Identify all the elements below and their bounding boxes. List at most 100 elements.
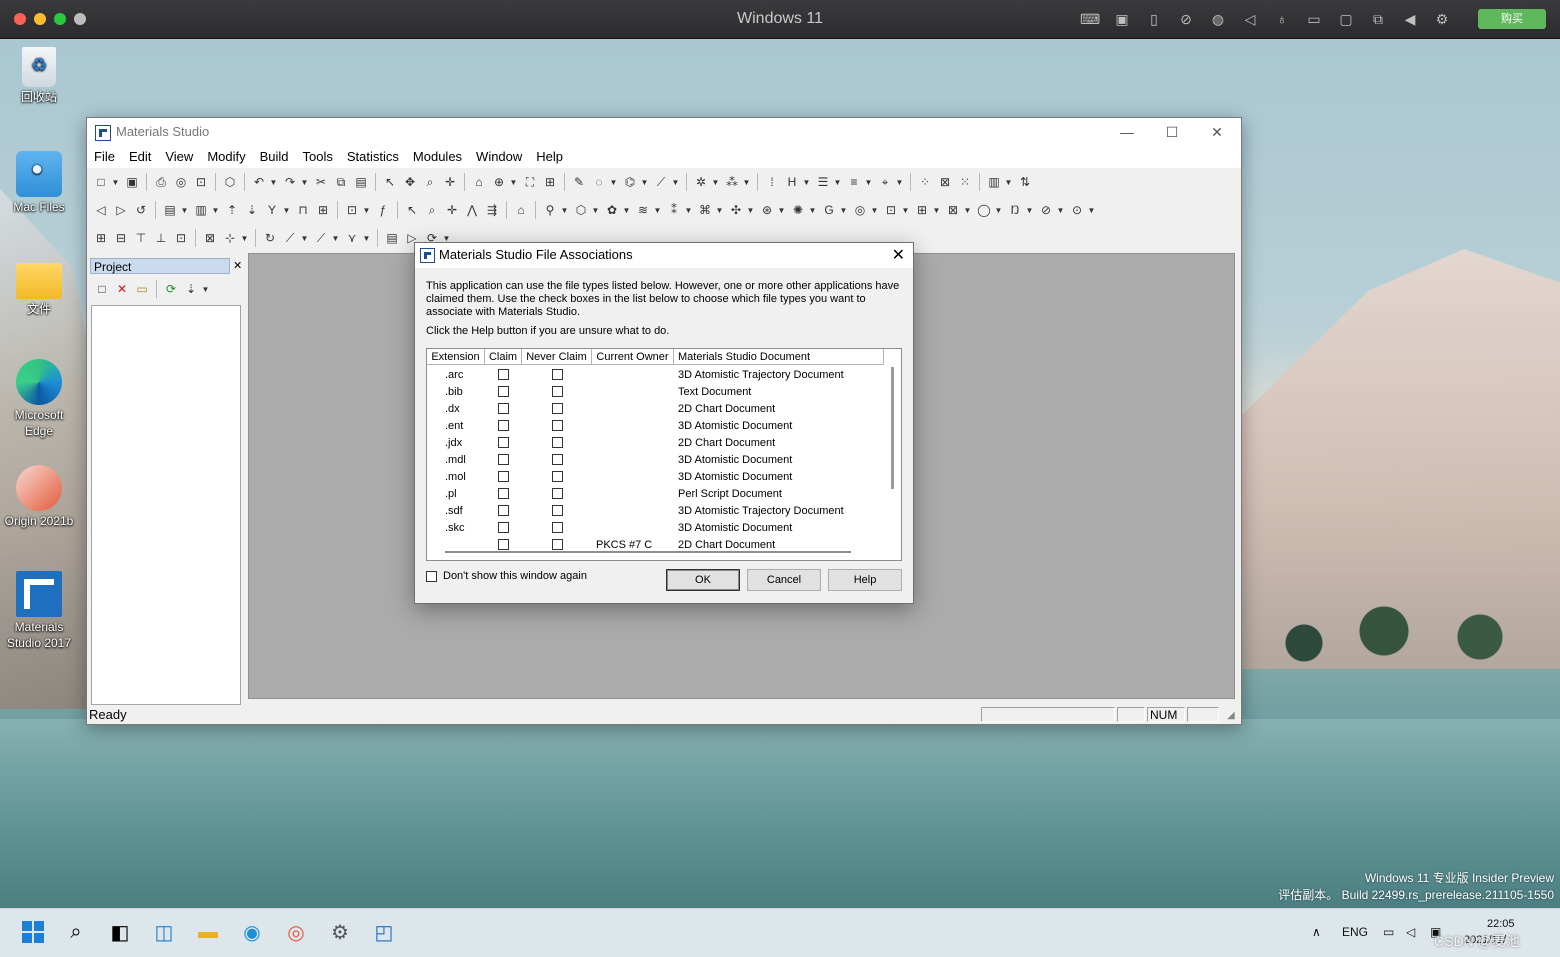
reset-view-icon[interactable]: ⌂ [471,174,487,190]
column-header-claim[interactable]: Claim [485,349,522,365]
dropdown-arrow-icon[interactable]: ▼ [240,234,249,243]
dropdown-arrow-icon[interactable]: ▼ [1056,206,1065,215]
module-blends-icon[interactable]: ⁑ [666,202,682,218]
dropdown-arrow-icon[interactable]: ▼ [963,206,972,215]
edge-taskbar-icon[interactable]: ◉ [239,919,265,945]
crystal-icon[interactable]: ⁘ [917,174,933,190]
function-icon[interactable]: ƒ [375,202,391,218]
undo-icon[interactable]: ↶ [251,174,267,190]
table-row[interactable]: .bib Text Document [427,383,884,400]
import-icon[interactable]: ⬡ [222,174,238,190]
dropdown-arrow-icon[interactable]: ▼ [671,178,680,187]
dropdown-arrow-icon[interactable]: ▼ [746,206,755,215]
volume-tray-icon[interactable]: ◁ [1406,925,1415,939]
cut-icon[interactable]: ✂ [313,174,329,190]
close-button[interactable]: ✕ [1201,122,1233,142]
start-icon[interactable] [20,919,46,945]
table-row[interactable]: .jdx 2D Chart Document [427,434,884,451]
dialog-close-button[interactable]: ✕ [892,245,905,265]
bonds-icon[interactable]: ⁂ [724,174,740,190]
column-header-ms-document[interactable]: Materials Studio Document [674,349,884,365]
clean-icon[interactable]: ✲ [693,174,709,190]
dropdown-arrow-icon[interactable]: ▼ [1025,206,1034,215]
table-row[interactable]: .mol 3D Atomistic Document [427,468,884,485]
chart-move-icon[interactable]: ✛ [444,202,460,218]
chart-icon[interactable]: ▥ [986,174,1002,190]
table-settings-icon[interactable]: ⊡ [173,230,189,246]
sort-descending-icon[interactable]: ⇣ [244,202,260,218]
redo-icon[interactable]: ↷ [282,174,298,190]
cancel-button[interactable]: Cancel [747,569,821,591]
dropdown-arrow-icon[interactable]: ▼ [111,178,120,187]
sort-az-icon[interactable]: ⇣ [183,281,199,297]
dropdown-arrow-icon[interactable]: ▼ [282,206,291,215]
vertex-chain-icon[interactable]: ⟋ [313,230,329,246]
table-delete-column-icon[interactable]: ⊥ [153,230,169,246]
module-sorption-icon[interactable]: ✺ [790,202,806,218]
dropdown-arrow-icon[interactable]: ▼ [622,206,631,215]
menu-window[interactable]: Window [469,146,529,168]
dont-show-option[interactable]: Don't show this window again [426,570,587,582]
module-morphology-icon[interactable]: ◎ [852,202,868,218]
save-icon[interactable]: ▣ [124,174,140,190]
lock-icon[interactable]: ⊓ [295,202,311,218]
desktop-icon-edge[interactable]: Microsoft Edge [4,359,74,439]
dropdown-arrow-icon[interactable]: ▼ [777,206,786,215]
region-icon[interactable]: ⊡ [344,202,360,218]
module-dpd-icon[interactable]: ✣ [728,202,744,218]
vertex-link-icon[interactable]: ⟋ [282,230,298,246]
mic-icon[interactable]: ♁ [1272,10,1292,28]
menu-tools[interactable]: Tools [296,146,340,168]
next-frame-icon[interactable]: ▷ [113,202,129,218]
dropdown-arrow-icon[interactable]: ▼ [833,178,842,187]
module-onetep-icon[interactable]: ⊘ [1038,202,1054,218]
dropdown-arrow-icon[interactable]: ▼ [509,178,518,187]
module-mesocite-icon[interactable]: ⊛ [759,202,775,218]
gear-icon[interactable]: ⚙ [1432,10,1452,28]
chart-zoom-icon[interactable]: ⌕ [424,202,440,218]
bar-chart-icon[interactable]: ▥ [193,202,209,218]
column-header-extension[interactable]: Extension [427,349,485,365]
table-delete-row-icon[interactable]: ⊤ [133,230,149,246]
claim-checkbox[interactable] [498,471,509,482]
print-preview-icon[interactable]: ◎ [173,174,189,190]
dropdown-arrow-icon[interactable]: ▼ [715,206,724,215]
module-castep-icon[interactable]: ⚲ [542,202,558,218]
menu-file[interactable]: File [87,146,122,168]
dropdown-arrow-icon[interactable]: ▼ [1004,178,1013,187]
chart-home-icon[interactable]: ⌂ [513,202,529,218]
sketch-chain-icon[interactable]: ⟋ [653,174,669,190]
dropdown-arrow-icon[interactable]: ▼ [180,206,189,215]
materials-studio-taskbar-icon[interactable]: ◰ [371,919,397,945]
help-button[interactable]: Help [828,569,902,591]
zoom-icon[interactable]: ⌕ [422,174,438,190]
sort-ascending-icon[interactable]: ⇡ [224,202,240,218]
dropdown-arrow-icon[interactable]: ▼ [591,206,600,215]
usb-icon[interactable]: ▯ [1144,10,1164,28]
desktop-icon-files[interactable]: 文件 [4,257,74,317]
dropdown-arrow-icon[interactable]: ▼ [640,178,649,187]
rotate-icon[interactable]: ✥ [402,174,418,190]
dropdown-arrow-icon[interactable]: ▼ [870,206,879,215]
dropdown-arrow-icon[interactable]: ▼ [711,178,720,187]
dropdown-arrow-icon[interactable]: ▼ [864,178,873,187]
module-conformers-icon[interactable]: ⌘ [697,202,713,218]
settings-taskbar-icon[interactable]: ⚙ [327,919,353,945]
vertex-branch-icon[interactable]: ⋎ [344,230,360,246]
origin-taskbar-icon[interactable]: ◎ [283,919,309,945]
menu-modules[interactable]: Modules [406,146,469,168]
sketch-pencil-icon[interactable]: ✎ [571,174,587,190]
dont-show-checkbox[interactable] [426,570,437,582]
menu-help[interactable]: Help [529,146,570,168]
menu-modify[interactable]: Modify [200,146,252,168]
dropdown-arrow-icon[interactable]: ▼ [994,206,1003,215]
table-insert-column-icon[interactable]: ⊟ [113,230,129,246]
chart-pointer-icon[interactable]: ↖ [404,202,420,218]
document-icon[interactable]: ▤ [162,202,178,218]
never-claim-checkbox[interactable] [551,488,563,499]
claim-checkbox[interactable] [498,488,509,499]
chart-export-icon[interactable]: ⇶ [484,202,500,218]
chevron-down-icon[interactable]: ▼ [201,285,210,294]
vertex-rotate-icon[interactable]: ↻ [262,230,278,246]
search-icon[interactable]: ⌕ [63,919,89,945]
